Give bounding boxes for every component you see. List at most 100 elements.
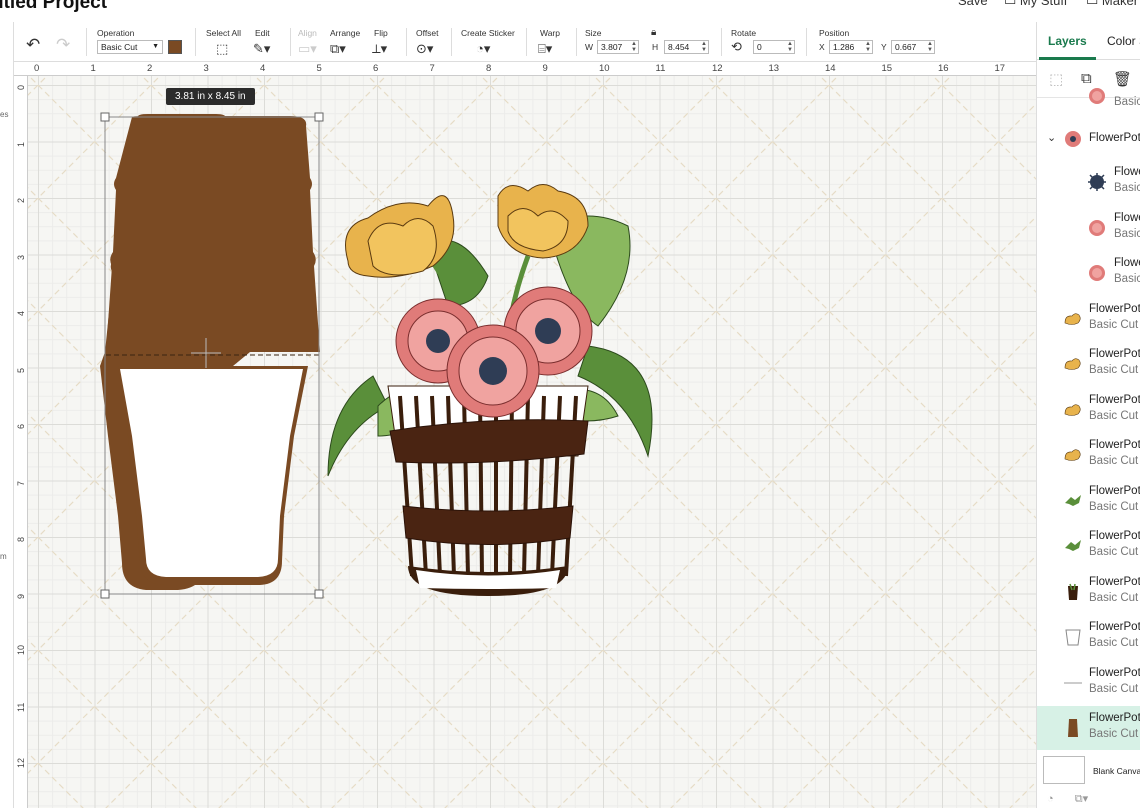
layer-thumbnail [1087, 86, 1107, 106]
stepper-icon: ▲ ▼ [701, 41, 707, 53]
canvas-artwork [28, 76, 1036, 808]
flip-icon: ⟂▾ [372, 41, 388, 56]
width-input[interactable]: 3.807 ▲ ▼ [597, 40, 639, 54]
height-input[interactable]: 8.454 ▲ ▼ [664, 40, 709, 54]
layer-row[interactable]: FlowerPot Basic Cut [1037, 661, 1140, 705]
align-icon: ▭▾ [298, 41, 317, 56]
stepper-icon: ▲ ▼ [865, 41, 871, 53]
my-stuff-link[interactable]: ▭ My Stuff [1004, 0, 1067, 9]
layer-thumbnail [1063, 491, 1083, 511]
blank-canvas-row[interactable]: Blank Canvas [1043, 756, 1140, 786]
lock-icon[interactable]: 🔒︎ [651, 27, 656, 38]
offset-label: Offset [416, 28, 439, 38]
warp-label: Warp [540, 28, 560, 38]
pot-rim [106, 116, 320, 352]
pot-white-inner [120, 369, 303, 577]
rotate-value: 0 [757, 42, 762, 52]
layer-group-row[interactable]: ⌄ FlowerPot [1037, 124, 1140, 154]
rotate-input[interactable]: 0 ▲ ▼ [753, 40, 795, 54]
redo-icon: ↷ [56, 35, 71, 54]
layer-operation: Basic [1114, 182, 1140, 194]
operation-select[interactable]: Basic Cut ▼ [97, 40, 163, 54]
design-canvas[interactable]: 3.81 in x 8.45 in [28, 76, 1036, 808]
layer-operation: Basic [1114, 96, 1140, 108]
rotate-group: Rotate ⟲ 0 ▲ ▼ [731, 22, 801, 62]
operation-label: Operation [97, 28, 135, 38]
divider [451, 28, 452, 56]
tab-layers[interactable]: Layers [1048, 34, 1087, 48]
ruler-tick-label: 7 [429, 63, 435, 74]
ruler-tick-label: 13 [768, 63, 780, 74]
resize-handle[interactable] [100, 589, 110, 599]
tab-color-sync[interactable]: Color S [1107, 34, 1140, 48]
layer-row[interactable]: FlowerPot Basic Cut [1037, 297, 1140, 341]
ruler-tick-label: 5 [16, 367, 26, 373]
layer-row[interactable]: FlowerPot Basic Cut [1037, 433, 1140, 477]
layer-row[interactable]: FlowerPot Basic Cut [1037, 570, 1140, 614]
layer-row[interactable]: FlowerPot Basic Cut [1037, 388, 1140, 432]
layer-operation: Basic [1114, 227, 1140, 240]
layer-row[interactable]: Basic [1037, 74, 1140, 118]
y-position-input[interactable]: 0.667 ▲ ▼ [891, 40, 935, 54]
layers-panel: Layers Color S ⬚ ⧉ 🗑︎ Basic⌄FlowerPotFlo… [1036, 22, 1140, 808]
size-group: Size 🔒︎ W 3.807 ▲ ▼ H 8.454 ▲ ▼ [585, 22, 720, 62]
maker-link[interactable]: ▭ Maker [1086, 0, 1138, 9]
my-stuff-label: My Stuff [1019, 0, 1068, 8]
layer-row[interactable]: Flowe Basic [1037, 251, 1140, 295]
height-axis-label: H [652, 42, 659, 52]
combine-icon[interactable]: ⧉▾ [1075, 793, 1088, 805]
basket-band-mid [402, 505, 574, 545]
layer-name: FlowerPot [1089, 666, 1140, 679]
ruler-tick-label: 4 [260, 63, 266, 74]
layer-thumbnail [1063, 673, 1083, 693]
ruler-tick-label: 12 [712, 63, 723, 74]
layer-name: Flowe [1114, 257, 1140, 269]
ruler-tick-label: 3 [16, 254, 26, 260]
layer-row[interactable]: FlowerPot Basic Cut [1037, 342, 1140, 386]
resize-handle[interactable] [314, 112, 324, 122]
chevron-down-icon[interactable]: ⌄ [1047, 131, 1056, 144]
layer-name: FlowerPot [1089, 484, 1140, 497]
resize-handle[interactable] [314, 589, 324, 599]
layer-operation: Basic Cut [1089, 637, 1139, 649]
undo-icon: ↶ [26, 35, 41, 54]
ruler-tick-label: 11 [16, 702, 26, 712]
project-title[interactable]: titled Project [0, 0, 107, 14]
stepper-icon: ▲ ▼ [631, 41, 637, 53]
slice-icon[interactable]: ◔ [1047, 793, 1054, 805]
sticker-icon: ◔▾ [476, 41, 491, 56]
layer-row[interactable]: Flowe Basic [1037, 160, 1140, 204]
resize-handle[interactable] [100, 112, 110, 122]
sidebar-cut-label: m [0, 552, 7, 561]
rotate-icon: ⟲ [731, 39, 742, 54]
layer-row[interactable]: Flowe Basic [1037, 206, 1140, 250]
offset-icon: ⊙▾ [416, 41, 434, 56]
ruler-tick-label: 7 [16, 480, 26, 486]
layer-row[interactable]: FlowerPot Basic Cut [1037, 479, 1140, 523]
layer-thumbnail [1063, 536, 1083, 556]
width-value: 3.807 [601, 42, 623, 52]
layer-row[interactable]: FlowerPot Basic Cut [1037, 706, 1140, 750]
y-axis-label: Y [881, 42, 887, 52]
layer-thumbnail [1087, 263, 1107, 283]
layer-thumbnail [1063, 309, 1083, 329]
stepper-icon: ▲ ▼ [927, 41, 933, 53]
save-link[interactable]: Save [958, 0, 988, 8]
ruler-tick-label: 11 [655, 63, 666, 74]
operation-color-swatch[interactable] [168, 40, 182, 54]
layer-thumbnail [1063, 400, 1083, 420]
x-position-input[interactable]: 1.286 ▲ ▼ [829, 40, 873, 54]
layer-row[interactable]: FlowerPot Basic Cut [1037, 615, 1140, 659]
layer-operation: Basic Cut [1089, 591, 1139, 604]
layer-name: Flowe [1114, 211, 1140, 224]
ruler-tick-label: 3 [203, 63, 209, 74]
title-bar: titled Project Save ▭ My Stuff ▭ Maker [0, 0, 1140, 22]
ruler-left: 0 1 2 3 4 5 6 7 8 9 10 11 12 [14, 76, 28, 808]
layer-operation: Basic Cut [1089, 728, 1139, 740]
layer-row[interactable]: FlowerPot Basic Cut [1037, 524, 1140, 568]
ruler-tick-label: 8 [16, 536, 26, 542]
layer-thumbnail [1063, 129, 1083, 149]
select-all-icon: ⬚ [216, 41, 229, 56]
operation-value: Basic Cut [101, 42, 138, 52]
warp-icon: ⌸▾ [538, 41, 553, 56]
